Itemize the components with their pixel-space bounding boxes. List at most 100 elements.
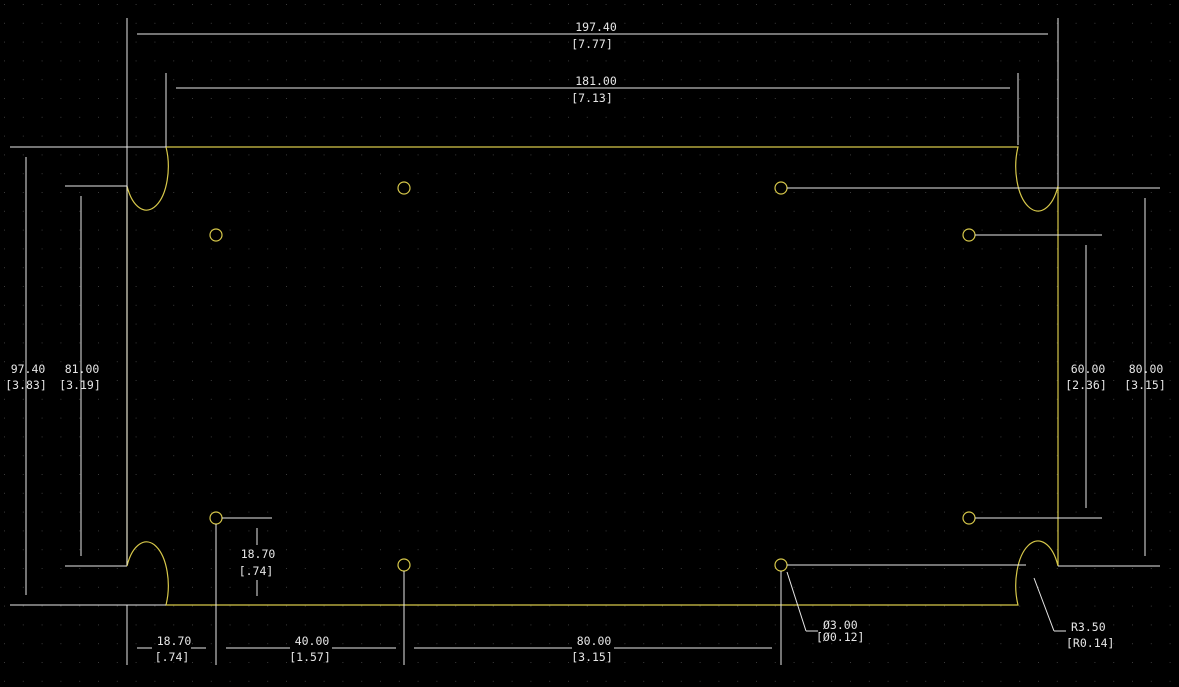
grid-dot [624, 662, 626, 663]
grid-dot [116, 173, 118, 175]
grid-dot [511, 286, 513, 287]
grid-dot [774, 492, 776, 494]
grid-dot [643, 267, 645, 269]
grid-dot [304, 98, 306, 99]
grid-dot [925, 248, 927, 250]
grid-dot [812, 79, 814, 81]
grid-dot [662, 98, 663, 99]
grid-dot [248, 98, 250, 99]
grid-dot [342, 154, 344, 156]
grid-dot [1169, 530, 1171, 532]
grid-dot [906, 229, 908, 231]
grid-dot [1169, 511, 1171, 513]
grid-dot [342, 135, 344, 137]
grid-dot [662, 436, 663, 438]
grid-dot [586, 210, 588, 212]
grid-dot [718, 680, 720, 682]
grid-dot [436, 605, 438, 607]
grid-dot [568, 643, 569, 645]
grid-dot [680, 154, 682, 156]
grid-dot [60, 323, 62, 325]
grid-dot [944, 605, 945, 607]
grid-dot [737, 4, 739, 5]
grid-dot [549, 229, 551, 231]
grid-dot [605, 304, 607, 306]
grid-dot [549, 41, 551, 43]
grid-dot [361, 22, 363, 24]
grid-dot [793, 116, 795, 118]
grid-dot [1000, 568, 1002, 569]
grid-dot [868, 323, 870, 325]
grid-dot [229, 662, 231, 663]
grid-dot [906, 210, 908, 212]
grid-dot [229, 248, 231, 250]
grid-dot [98, 680, 99, 682]
grid-dot [868, 154, 870, 156]
grid-dot [417, 492, 419, 494]
grid-dot [812, 41, 814, 43]
grid-dot [173, 41, 175, 43]
grid-dot [511, 398, 513, 400]
grid-dot [248, 267, 250, 269]
grid-dot [774, 323, 776, 325]
grid-dot [1038, 192, 1039, 193]
grid-dot [624, 361, 626, 363]
grid-dot [850, 455, 851, 457]
grid-dot [1132, 304, 1133, 306]
grid-dot [1075, 98, 1077, 99]
grid-dot [756, 304, 757, 306]
grid-dot [887, 4, 889, 5]
grid-dot [1000, 4, 1002, 5]
grid-dot [192, 173, 193, 175]
grid-dot [1150, 662, 1152, 663]
grid-dot [1075, 173, 1077, 175]
grid-dot [116, 4, 118, 5]
grid-dot [342, 568, 344, 569]
grid-dot [474, 605, 475, 607]
grid-dot [850, 323, 851, 325]
grid-dot [398, 474, 400, 475]
grid-dot [22, 248, 24, 250]
grid-dot [586, 436, 588, 438]
grid-dot [511, 192, 513, 193]
grid-dot [22, 342, 24, 344]
grid-dot [774, 60, 776, 62]
grid-dot [380, 474, 381, 475]
grid-dot [22, 398, 24, 400]
grid-dot [944, 135, 945, 137]
grid-dot [474, 680, 475, 682]
grid-dot [756, 98, 757, 99]
grid-dot [605, 248, 607, 250]
grid-dot [380, 680, 381, 682]
grid-dot [1113, 116, 1115, 118]
grid-dot [756, 643, 757, 645]
grid-dot [248, 154, 250, 156]
grid-dot [455, 530, 457, 532]
grid-dot [41, 229, 43, 231]
grid-dot [737, 286, 739, 287]
grid-dot [530, 98, 532, 99]
grid-dot [812, 267, 814, 269]
grid-dot [267, 643, 269, 645]
grid-dot [699, 662, 701, 663]
grid-dot [906, 511, 908, 513]
grid-dot [22, 154, 24, 156]
grid-dot [1000, 135, 1002, 137]
grid-dot [135, 192, 137, 193]
grid-dot [643, 60, 645, 62]
grid-dot [605, 116, 607, 118]
grid-dot [1113, 380, 1115, 381]
grid-dot [1056, 586, 1058, 588]
grid-dot [398, 662, 400, 663]
grid-dot [267, 624, 269, 626]
grid-dot [398, 586, 400, 588]
grid-dot [41, 210, 43, 212]
grid-dot [455, 474, 457, 475]
grid-dot [342, 79, 344, 81]
grid-dot [229, 229, 231, 231]
grid-dot [79, 135, 81, 137]
grid-dot [718, 455, 720, 457]
grid-dot [267, 455, 269, 457]
grid-dot [41, 680, 43, 682]
grid-dot [568, 361, 569, 363]
